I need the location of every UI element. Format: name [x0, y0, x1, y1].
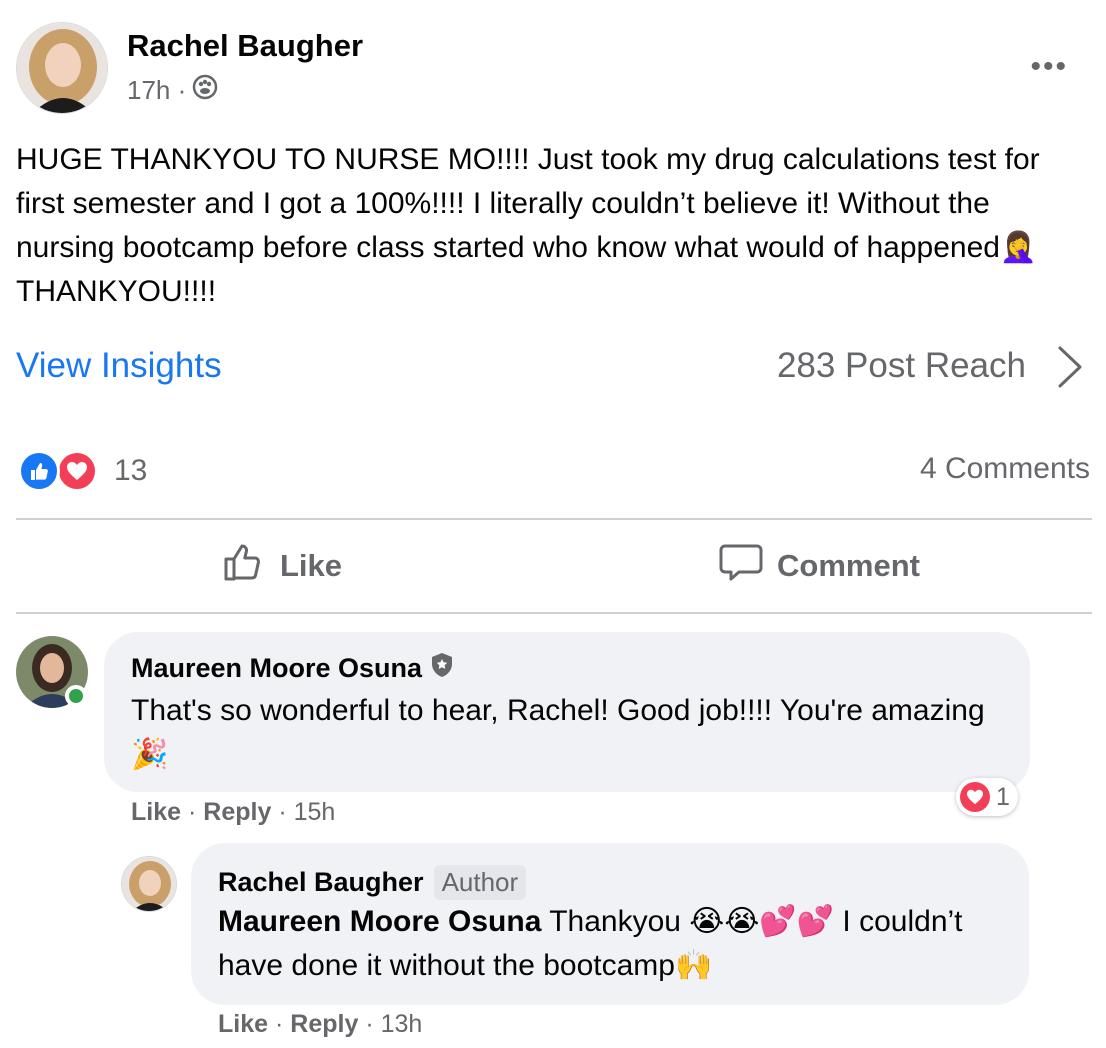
- reaction-count: 13: [114, 454, 148, 487]
- post-text: HUGE THANKYOU TO NURSE MO!!!! Just took …: [16, 143, 1040, 308]
- love-reaction-icon: [56, 450, 98, 492]
- comment-text: That's so wonderful to hear, Rachel! Goo…: [131, 694, 985, 771]
- chevron-right-icon[interactable]: [1054, 344, 1084, 395]
- mention-link[interactable]: Maureen Moore Osuna: [218, 905, 541, 938]
- online-status-dot: [65, 685, 87, 707]
- love-reaction-icon: [960, 782, 990, 812]
- view-insights-link[interactable]: View Insights: [16, 346, 222, 386]
- divider: [16, 518, 1092, 520]
- comment-label: Comment: [777, 548, 920, 583]
- comment-button[interactable]: Comment: [719, 540, 920, 592]
- comment-actions: Like · Reply · 15h: [131, 798, 336, 826]
- comment-icon: [719, 540, 763, 592]
- like-label: Like: [280, 548, 343, 583]
- more-options-icon[interactable]: •••: [1030, 52, 1068, 82]
- reply-like-button[interactable]: Like: [218, 1010, 268, 1038]
- reply-author-avatar[interactable]: [121, 856, 177, 912]
- reply-actions: Like · Reply · 13h: [218, 1010, 423, 1038]
- reply-text: Maureen Moore Osuna Thankyou 😭😭💕💕 I coul…: [218, 900, 1018, 988]
- thumbs-up-icon: [222, 540, 266, 592]
- reply-reply-button[interactable]: Reply: [290, 1010, 358, 1038]
- post-author-avatar[interactable]: [16, 22, 108, 114]
- reactions-summary[interactable]: 13: [18, 450, 147, 492]
- post-reach[interactable]: 283 Post Reach: [777, 346, 1026, 386]
- moderator-shield-icon: [430, 652, 454, 685]
- commenter-name[interactable]: Maureen Moore Osuna: [131, 652, 454, 685]
- post-time[interactable]: 17h ·: [127, 75, 186, 106]
- post-meta: 17h ·: [127, 74, 218, 107]
- like-button[interactable]: Like: [222, 540, 342, 592]
- reply-time[interactable]: 13h: [381, 1010, 423, 1038]
- comment-reaction-count: 1: [996, 782, 1010, 811]
- comment-reaction-badge[interactable]: 1: [956, 778, 1018, 816]
- comment-like-button[interactable]: Like: [131, 798, 181, 826]
- divider: [16, 612, 1092, 614]
- post-author-name[interactable]: Rachel Baugher: [127, 28, 363, 64]
- like-reaction-icon: [18, 450, 60, 492]
- reply-author-name[interactable]: Rachel Baugher Author: [218, 865, 527, 900]
- author-badge: Author: [433, 865, 527, 900]
- comment-time[interactable]: 15h: [294, 798, 336, 826]
- comment-reply-button[interactable]: Reply: [203, 798, 271, 826]
- friends-icon: [192, 74, 218, 107]
- comments-count[interactable]: 4 Comments: [920, 452, 1090, 486]
